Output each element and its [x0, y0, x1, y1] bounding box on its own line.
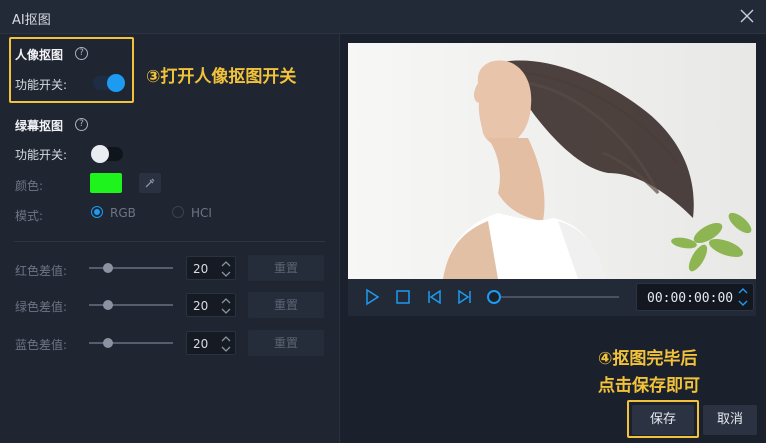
preview-image: [348, 43, 756, 279]
timecode-stepper[interactable]: 00:00:00:00: [636, 283, 754, 311]
chevron-up-icon[interactable]: [221, 297, 231, 305]
red-diff-value: 20: [193, 262, 209, 276]
blue-diff-stepper[interactable]: 20: [186, 331, 236, 355]
green-switch-label: 功能开关:: [15, 148, 68, 162]
color-swatch[interactable]: [90, 173, 122, 193]
red-diff-slider-knob[interactable]: [103, 263, 113, 273]
chevron-down-icon[interactable]: [738, 299, 748, 307]
portrait-highlight-box: [9, 37, 134, 103]
step4-annotation-line1: ④抠图完毕后: [598, 349, 698, 369]
save-highlight-box: [627, 400, 699, 438]
portrait-cutout-image: [348, 43, 756, 279]
step3-annotation: ③打开人像抠图开关: [146, 67, 297, 87]
green-diff-slider[interactable]: [89, 304, 173, 306]
mode-radio-rgb[interactable]: [91, 206, 103, 218]
timecode-value: 00:00:00:00: [647, 291, 734, 306]
eyedropper-icon[interactable]: [139, 173, 161, 193]
seek-bar[interactable]: [496, 296, 619, 298]
title-bar: AI抠图: [0, 0, 766, 34]
blue-diff-slider-knob[interactable]: [103, 338, 113, 348]
cancel-button[interactable]: 取消: [703, 405, 757, 435]
toggle-knob: [91, 145, 109, 163]
green-diff-label: 绿色差值:: [15, 300, 68, 314]
chevron-up-icon[interactable]: [221, 260, 231, 268]
green-section-title: 绿幕抠图: [15, 119, 64, 133]
close-icon[interactable]: [736, 5, 758, 27]
mode-label-rgb: RGB: [110, 206, 136, 220]
mode-label-hci: HCI: [191, 206, 212, 220]
red-diff-label: 红色差值:: [15, 264, 68, 278]
red-reset-button[interactable]: 重置: [248, 255, 324, 281]
mode-label: 模式:: [15, 209, 44, 223]
red-diff-stepper[interactable]: 20: [186, 256, 236, 280]
seek-knob[interactable]: [487, 290, 501, 304]
play-icon[interactable]: [363, 288, 381, 306]
green-toggle[interactable]: [91, 145, 123, 163]
chevron-up-icon[interactable]: [738, 287, 748, 295]
blue-diff-slider[interactable]: [89, 342, 173, 344]
section-divider: [14, 241, 325, 242]
prev-frame-icon[interactable]: [425, 288, 443, 306]
green-reset-button[interactable]: 重置: [248, 292, 324, 318]
blue-diff-value: 20: [193, 337, 209, 351]
chevron-down-icon[interactable]: [221, 345, 231, 353]
player-controls: 00:00:00:00: [348, 279, 756, 316]
chevron-up-icon[interactable]: [221, 335, 231, 343]
color-label: 颜色:: [15, 179, 44, 193]
stop-icon[interactable]: [394, 288, 412, 306]
blue-reset-button[interactable]: 重置: [248, 330, 324, 356]
green-diff-slider-knob[interactable]: [103, 300, 113, 310]
next-frame-icon[interactable]: [456, 288, 474, 306]
chevron-down-icon[interactable]: [221, 307, 231, 315]
green-help-icon[interactable]: ?: [75, 118, 88, 131]
blue-diff-label: 蓝色差值:: [15, 338, 68, 352]
mode-radio-hci[interactable]: [172, 206, 184, 218]
window-title: AI抠图: [12, 13, 51, 28]
chevron-down-icon[interactable]: [221, 270, 231, 278]
green-diff-value: 20: [193, 299, 209, 313]
step4-annotation-line2: 点击保存即可: [598, 376, 700, 396]
red-diff-slider[interactable]: [89, 267, 173, 269]
green-diff-stepper[interactable]: 20: [186, 293, 236, 317]
